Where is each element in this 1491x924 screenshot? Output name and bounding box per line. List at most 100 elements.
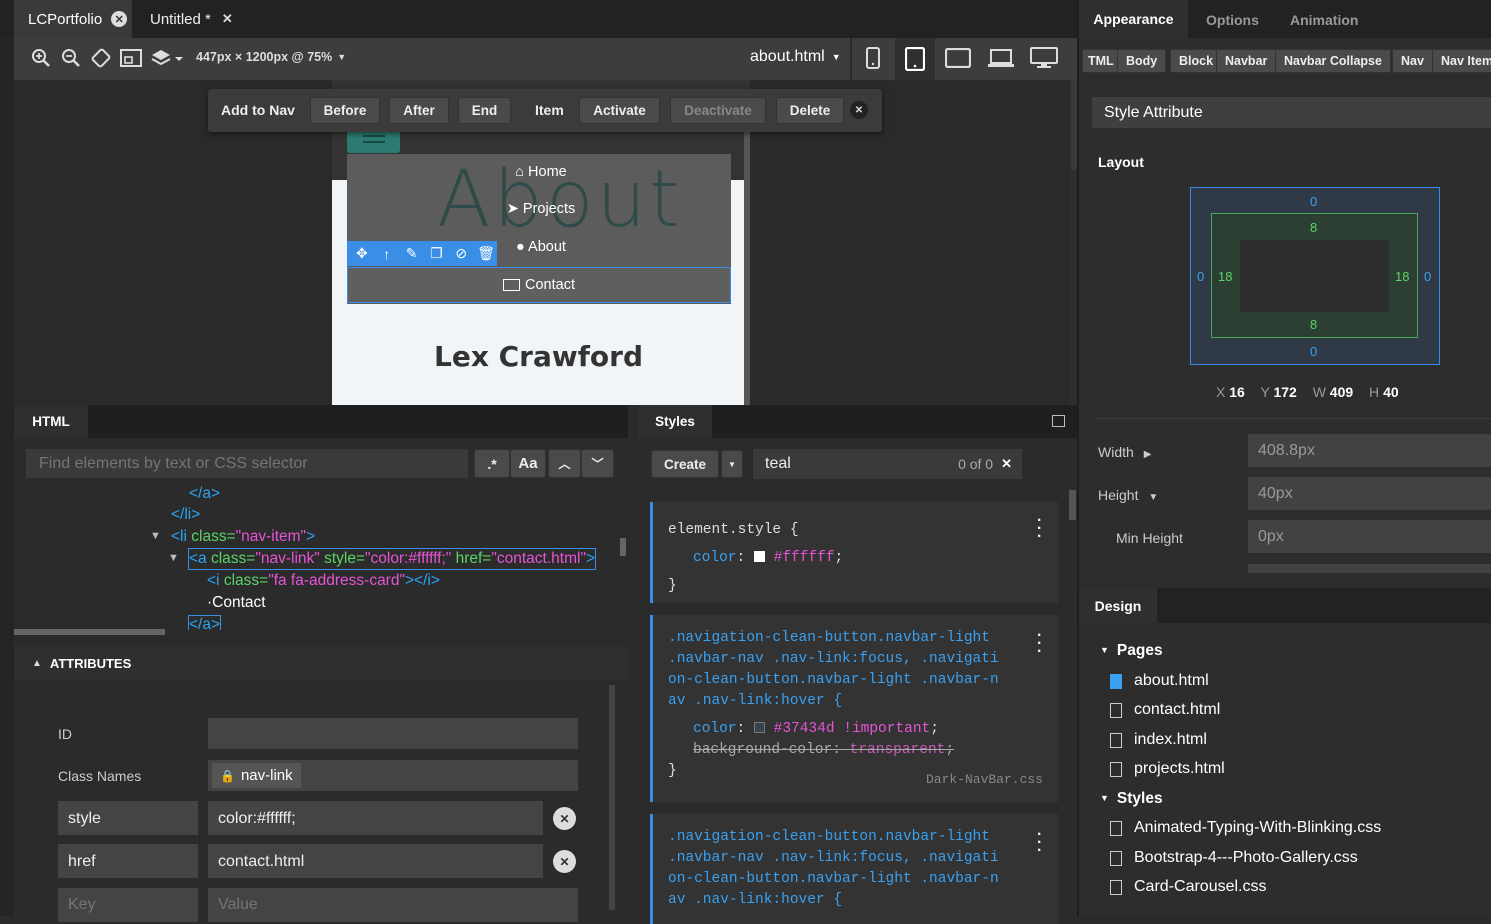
href-value-field[interactable]: contact.html [208,844,543,878]
previous-match-button[interactable]: ︿ [548,449,581,478]
breadcrumb-item[interactable]: Nav [1392,49,1433,73]
close-icon[interactable]: ✕ [222,11,233,27]
href-key-field[interactable]: href [58,844,198,878]
activate-button[interactable]: Activate [579,97,660,124]
viewport-dimensions[interactable]: 447px × 1200px @ 75% ▼ [196,50,346,64]
style-key-field[interactable]: style [58,801,198,835]
tree-line-selected[interactable]: <a class="nav-link" style="color:#ffffff… [188,548,597,570]
style-attribute-selector[interactable]: Style Attribute [1092,97,1491,128]
disclosure-triangle-icon[interactable]: ▼ [150,530,161,542]
tablet-portrait-icon[interactable] [895,38,935,80]
nav-item-projects[interactable]: ➤ Projects [332,201,750,217]
remove-attribute-icon[interactable]: ✕ [553,807,576,830]
color-swatch[interactable] [753,551,765,562]
move-icon[interactable]: ✥ [351,245,373,262]
padding-bottom-value[interactable]: 8 [1310,317,1317,332]
class-chip[interactable]: 🔒 nav-link [212,763,301,788]
tree-horizontal-scrollbar[interactable] [14,629,165,635]
tree-line-close[interactable]: </a> [188,615,222,630]
width-label[interactable]: Width ▶ [1098,444,1151,460]
deactivate-button[interactable]: Deactivate [670,97,766,124]
next-match-button[interactable]: ﹀ [581,449,614,478]
tab-appearance[interactable]: Appearance [1079,0,1188,38]
height-field[interactable]: 40px [1248,477,1491,510]
tab-styles[interactable]: Styles [638,405,712,438]
disclosure-triangle-icon[interactable]: ▼ [168,552,179,564]
styles-section-header[interactable]: ▼ Styles [1100,790,1163,808]
breadcrumb-item[interactable]: Nav Item [1432,49,1491,73]
close-icon[interactable]: ✕ [850,101,868,119]
element-search-input[interactable] [26,449,468,478]
delete-button[interactable]: Delete [776,97,844,124]
tree-line-text[interactable]: ·Contact [207,594,266,612]
pages-section-header[interactable]: ▼ Pages [1100,642,1163,660]
before-button[interactable]: Before [310,97,380,124]
fit-screen-icon[interactable] [120,47,142,69]
margin-top-value[interactable]: 0 [1310,194,1317,209]
attributes-header[interactable]: ▲ ATTRIBUTES [14,646,628,680]
sidebar-scrollbar[interactable] [1071,80,1077,170]
expand-panel-icon[interactable] [1052,415,1065,427]
page-item-contact[interactable]: contact.html [1110,701,1220,719]
breadcrumb-item[interactable]: Block [1170,49,1223,73]
more-options-icon[interactable]: · · · [1034,826,1044,858]
css-rule-card[interactable]: .navigation-clean-button.navbar-light .n… [650,615,1058,802]
nav-item-home[interactable]: ⌂ Home [332,164,750,180]
css-rule-card[interactable]: element.style { color: #ffffff; } · · · [650,502,1058,603]
nav-item-contact[interactable]: Contact [347,267,731,303]
page-selector[interactable]: about.html ▼ [750,48,841,66]
padding-right-value[interactable]: 18 [1395,269,1409,284]
rotate-icon[interactable] [90,47,112,69]
after-button[interactable]: After [389,97,449,124]
css-rule-card[interactable]: .navigation-clean-button.navbar-light .n… [650,814,1058,924]
page-item-index[interactable]: index.html [1110,731,1207,749]
stylesheet-item[interactable]: Animated-Typing-With-Blinking.css [1110,819,1381,837]
clear-search-icon[interactable]: ✕ [1001,456,1012,472]
breadcrumb-item[interactable]: TML [1082,49,1120,73]
arrow-up-icon[interactable]: ↑ [376,246,398,262]
height-label[interactable]: Height ▼ [1098,487,1158,503]
width-field[interactable]: 408.8px [1248,434,1491,467]
margin-right-value[interactable]: 0 [1424,269,1431,284]
style-value-field[interactable]: color:#ffffff; [208,801,543,835]
tab-animation[interactable]: Animation [1290,12,1358,28]
margin-bottom-value[interactable]: 0 [1310,344,1317,359]
regex-toggle[interactable]: .* [474,449,510,478]
breadcrumb-item[interactable]: Body [1117,49,1167,73]
color-swatch[interactable] [753,722,765,733]
remove-attribute-icon[interactable]: ✕ [553,850,576,873]
create-rule-button[interactable]: Create [651,450,719,478]
new-key-field[interactable] [58,888,198,922]
tree-line-li[interactable]: <li class="nav-item"> [171,528,315,546]
copy-icon[interactable]: ❐ [425,245,447,262]
page-item-about[interactable]: about.html [1110,672,1209,690]
tree-vertical-scrollbar[interactable] [620,538,626,556]
page-item-projects[interactable]: projects.html [1110,760,1225,778]
pencil-icon[interactable]: ✎ [401,245,423,262]
breadcrumb-item[interactable]: Navbar Collapse [1275,49,1391,73]
new-value-field[interactable] [208,888,578,922]
styles-scrollbar[interactable] [1069,490,1076,520]
tablet-landscape-icon[interactable] [944,46,972,70]
end-button[interactable]: End [458,97,511,124]
padding-top-value[interactable]: 8 [1310,220,1317,235]
close-icon[interactable]: ✕ [111,11,128,27]
zoom-out-icon[interactable] [60,47,82,69]
style-search-field[interactable]: teal 0 of 0 ✕ [753,449,1022,479]
create-options-dropdown[interactable]: ▼ [721,450,743,478]
tree-line[interactable]: </li> [171,506,200,524]
breadcrumb-item[interactable]: Navbar [1216,49,1277,73]
desktop-icon[interactable] [1029,46,1059,70]
more-options-icon[interactable]: · · · [1034,627,1044,659]
trash-icon[interactable]: 🗑 [475,245,497,262]
tree-line-icon[interactable]: <i class="fa fa-address-card"></i> [207,572,440,590]
tab-design[interactable]: Design [1079,588,1157,623]
attributes-scrollbar[interactable] [609,685,615,910]
layers-icon[interactable] [151,47,185,69]
phone-icon[interactable] [862,46,884,70]
css-source-file[interactable]: Dark-NavBar.css [926,769,1043,790]
tab-options[interactable]: Options [1206,12,1259,28]
preview-scrollbar[interactable] [744,132,750,405]
stylesheet-item[interactable]: Bootstrap-4---Photo-Gallery.css [1110,849,1358,867]
margin-left-value[interactable]: 0 [1197,269,1204,284]
